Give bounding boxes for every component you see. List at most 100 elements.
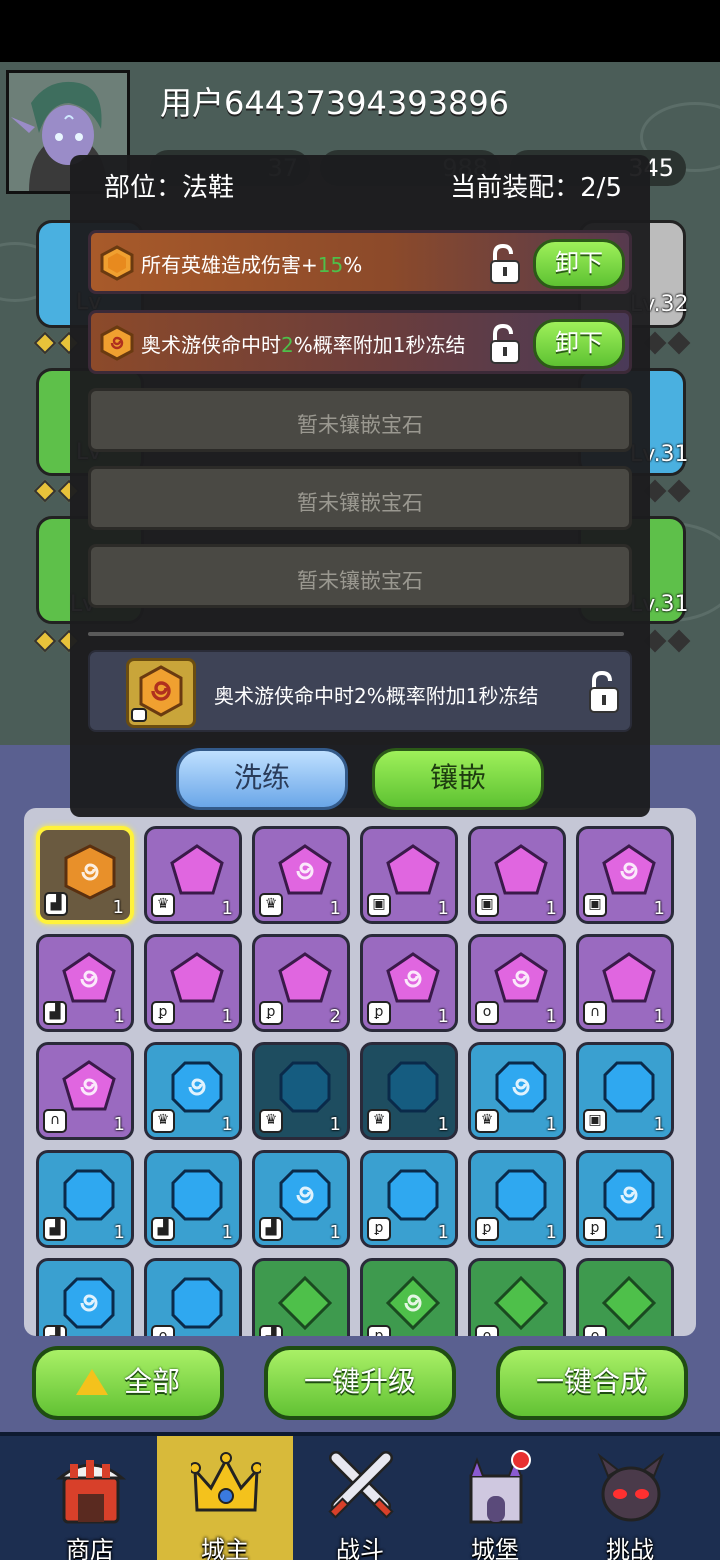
- equip-slot-icon: ♛: [367, 1109, 391, 1133]
- gem-slot[interactable]: ∩ 1: [576, 934, 674, 1032]
- equip-slot-icon: ♛: [259, 893, 283, 917]
- gem-slot[interactable]: o: [468, 1258, 566, 1336]
- inlay-button[interactable]: 镶嵌: [372, 748, 544, 810]
- equip-slot-icon: ꝑ: [367, 1217, 391, 1241]
- gem-count: 1: [545, 1114, 557, 1135]
- gem-slot[interactable]: ꝑ1: [576, 1150, 674, 1248]
- equip-slot-icon: ♛: [151, 1109, 175, 1133]
- gem-count: 1: [221, 1114, 233, 1135]
- equip-slot-icon: o: [475, 1325, 499, 1336]
- equip-slot-icon: o: [151, 1325, 175, 1336]
- gem-slot[interactable]: ▟ 1: [144, 1150, 242, 1248]
- gem-slot[interactable]: ꝑ: [360, 1258, 458, 1336]
- gem-count: 1: [653, 1222, 665, 1243]
- gem-icon: [170, 952, 224, 1003]
- gem-count: 1: [113, 1222, 125, 1243]
- socket-slot-4[interactable]: 暂未镶嵌宝石: [88, 466, 632, 530]
- gem-slot[interactable]: ▟: [252, 1258, 350, 1336]
- nav-challenge[interactable]: 挑战: [562, 1436, 698, 1560]
- gem-slot[interactable]: ♛ 1: [144, 826, 242, 924]
- gem-icon: [385, 1275, 441, 1331]
- gem-slot[interactable]: ꝑ1: [468, 1150, 566, 1248]
- status-bar: [0, 0, 720, 62]
- gem-icon: [495, 1061, 547, 1113]
- equip-slot-icon: ▟: [151, 1217, 175, 1241]
- gem-slot[interactable]: ▟ 1: [36, 934, 134, 1032]
- equip-slot-icon: ꝑ: [259, 1001, 283, 1025]
- gem-slot[interactable]: ♛ 1: [252, 826, 350, 924]
- gem-slot[interactable]: ♛ 1: [468, 1042, 566, 1140]
- gem-count: 1: [221, 1222, 233, 1243]
- gem-slot[interactable]: o: [144, 1258, 242, 1336]
- castle-icon: [469, 1450, 531, 1524]
- gem-slot[interactable]: ꝑ1: [144, 934, 242, 1032]
- socket-slot-3[interactable]: 暂未镶嵌宝石: [88, 388, 632, 452]
- filter-all-button[interactable]: 全部: [32, 1346, 224, 1420]
- gem-slot[interactable]: ꝑ1: [360, 1150, 458, 1248]
- gem-count: 1: [653, 1114, 665, 1135]
- gem-icon: [279, 1061, 331, 1113]
- gem-count: 1: [113, 1114, 125, 1135]
- nav-castle[interactable]: 城堡: [427, 1436, 563, 1560]
- gem-slot[interactable]: ▟: [36, 1258, 134, 1336]
- equipment-slot-label: 部位：法鞋: [104, 173, 235, 203]
- upgrade-all-button[interactable]: 一键升级: [264, 1346, 456, 1420]
- equip-slot-icon: ♛: [475, 1109, 499, 1133]
- gem-count: 1: [437, 1006, 449, 1027]
- gem-icon: [387, 1169, 439, 1221]
- gem-count: 1: [545, 1006, 557, 1027]
- nav-shop[interactable]: 商店: [22, 1436, 158, 1560]
- gem-slot[interactable]: ▣ 1: [576, 826, 674, 924]
- hero-stars-right-3: [643, 629, 691, 653]
- unlock-icon[interactable]: [586, 670, 622, 714]
- equip-slot-icon: o: [475, 1001, 499, 1025]
- gem-icon: [602, 844, 656, 895]
- equip-slot-icon: ∩: [583, 1001, 607, 1025]
- refine-button[interactable]: 洗练: [176, 748, 348, 810]
- gem-icon: [386, 952, 440, 1003]
- gem-count: 1: [653, 1006, 665, 1027]
- equip-slot-icon: ▣: [367, 893, 391, 917]
- gem-slot[interactable]: ▟ 1: [36, 826, 134, 924]
- nav-battle[interactable]: 战斗: [292, 1436, 428, 1560]
- socket-slot-2-prefix: 奥术游侠命中时: [141, 333, 281, 357]
- socket-slot-1-text: 所有英雄造成伤害+15%: [141, 249, 362, 278]
- socket-slot-5[interactable]: 暂未镶嵌宝石: [88, 544, 632, 608]
- gem-slot[interactable]: ꝑ2: [252, 934, 350, 1032]
- gem-icon: [493, 1275, 549, 1331]
- gem-slot[interactable]: ♛ 1: [144, 1042, 242, 1140]
- equip-slot-icon: ▟: [44, 892, 68, 916]
- gem-icon: [602, 952, 656, 1003]
- shop-icon: [56, 1460, 126, 1524]
- gem-icon: [601, 1275, 657, 1331]
- equip-slot-icon: ▟: [43, 1217, 67, 1241]
- gem-slot[interactable]: ▣ 1: [576, 1042, 674, 1140]
- nav-castle-label: 城堡: [471, 1536, 519, 1560]
- gem-slot[interactable]: ▟ 1: [36, 1150, 134, 1248]
- crown-icon: [191, 1452, 261, 1512]
- gem-slot[interactable]: ▟ 1: [252, 1150, 350, 1248]
- gem-slot[interactable]: ♛ 1: [252, 1042, 350, 1140]
- equip-slot-icon: ∩: [43, 1109, 67, 1133]
- gem-count: 1: [437, 1222, 449, 1243]
- unlock-icon[interactable]: [487, 243, 523, 285]
- gem-count: 1: [437, 898, 449, 919]
- unlock-icon[interactable]: [487, 323, 523, 365]
- merge-all-button[interactable]: 一键合成: [496, 1346, 688, 1420]
- gem-slot[interactable]: ꝑ1: [360, 934, 458, 1032]
- nav-shop-label: 商店: [66, 1536, 114, 1560]
- gem-slot[interactable]: o: [576, 1258, 674, 1336]
- nav-lord[interactable]: 城主: [157, 1436, 293, 1560]
- gem-slot[interactable]: ∩ 1: [36, 1042, 134, 1140]
- gem-icon: [62, 952, 116, 1003]
- swords-icon: [328, 1451, 394, 1519]
- gem-icon: [279, 1169, 331, 1221]
- gem-slot[interactable]: ♛ 1: [360, 1042, 458, 1140]
- gem-slot[interactable]: o1: [468, 934, 566, 1032]
- gem-slot[interactable]: ▣ 1: [468, 826, 566, 924]
- unequip-button-1[interactable]: 卸下: [533, 239, 625, 289]
- gem-slot[interactable]: ▣ 1: [360, 826, 458, 924]
- gem-icon: [62, 1060, 116, 1111]
- unequip-button-2[interactable]: 卸下: [533, 319, 625, 369]
- gem-grid: ▟ 1 ♛ 1 ♛ 1 ▣ 1 ▣ 1 ▣ 1 ▟ 1 ꝑ 1 ꝑ 2 ꝑ 1 o 1 ∩ 1 ∩ 1 ♛ 1 ♛ 1 ♛ 1 ♛ 1 ▣ 1 ▟ 1 ▟ 1…: [24, 808, 696, 1336]
